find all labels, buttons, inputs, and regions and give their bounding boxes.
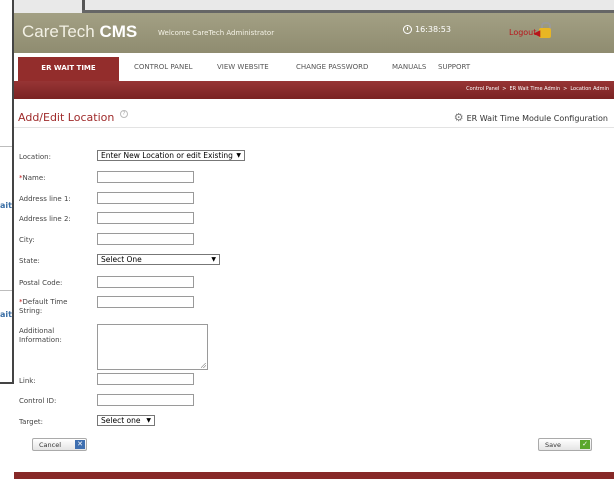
address1-label: Address line 1: — [19, 195, 71, 203]
default-time-field[interactable] — [97, 296, 194, 308]
module-config-link[interactable]: ⚙ ER Wait Time Module Configuration — [453, 111, 608, 124]
link-label: Link: — [19, 377, 36, 385]
save-button[interactable]: Save ✓ — [538, 438, 592, 451]
background-text: ait — [0, 310, 12, 319]
location-select[interactable]: Enter New Location or edit Existing ▼ — [97, 150, 245, 161]
target-label: Target: — [19, 418, 44, 426]
cancel-button[interactable]: Cancel ✕ — [32, 438, 87, 451]
location-editor-window: CareTech CMS Welcome CareTech Administra… — [14, 13, 614, 479]
nav-er-wait-time[interactable]: ER WAIT TIME — [18, 57, 119, 81]
name-label: *Name: — [19, 174, 46, 182]
breadcrumb-location-admin[interactable]: Location Admin — [570, 86, 609, 92]
caretech-logo: CareTech CMS — [22, 22, 138, 41]
logout-label: Logout — [509, 27, 537, 37]
location-label: Location: — [19, 153, 51, 161]
gear-icon: ⚙ — [453, 111, 464, 124]
control-id-field[interactable] — [97, 394, 194, 406]
clock-icon — [403, 25, 412, 34]
module-config-label: ER Wait Time Module Configuration — [466, 113, 608, 123]
state-select[interactable]: Select One ▼ — [97, 254, 220, 265]
save-button-label: Save — [545, 440, 561, 449]
control-id-label: Control ID: — [19, 397, 57, 405]
address1-field[interactable] — [97, 192, 194, 204]
chevron-down-icon: ▼ — [236, 152, 241, 159]
nav-view-website[interactable]: VIEW WEBSITE — [217, 63, 269, 71]
postal-code-label: Postal Code: — [19, 279, 63, 287]
check-icon: ✓ — [580, 440, 590, 449]
link-field[interactable] — [97, 373, 194, 385]
name-field[interactable] — [97, 171, 194, 183]
address2-label: Address line 2: — [19, 215, 71, 223]
additional-info-textarea[interactable] — [97, 324, 208, 370]
postal-code-field[interactable] — [97, 276, 194, 288]
nav-manuals[interactable]: MANUALS — [392, 63, 426, 71]
target-select[interactable]: Select one ▼ — [97, 415, 155, 426]
logout-link[interactable]: Logout ◀ — [509, 22, 552, 39]
nav-control-panel[interactable]: CONTROL PANEL — [134, 63, 193, 71]
app-header: CareTech CMS Welcome CareTech Administra… — [14, 13, 614, 53]
breadcrumb-er-wait-time-admin[interactable]: ER Wait Time Admin — [510, 86, 561, 92]
default-time-label: *Default Time String: — [19, 298, 68, 315]
breadcrumb-bar: Control Panel > ER Wait Time Admin > Loc… — [14, 81, 614, 99]
nav-change-password[interactable]: CHANGE PASSWORD — [296, 63, 368, 71]
chevron-down-icon: ▼ — [146, 417, 151, 424]
state-select-value: Select One — [101, 255, 142, 264]
clock: 16:38:53 — [403, 25, 451, 34]
resize-handle-icon[interactable] — [201, 363, 206, 368]
address2-field[interactable] — [97, 212, 194, 224]
breadcrumb-separator: > — [563, 86, 568, 92]
city-label: City: — [19, 236, 35, 244]
city-field[interactable] — [97, 233, 194, 245]
background-frame — [0, 382, 14, 384]
breadcrumb: Control Panel > ER Wait Time Admin > Loc… — [466, 86, 609, 92]
chevron-down-icon: ▼ — [211, 256, 216, 263]
breadcrumb-separator: > — [502, 86, 507, 92]
help-icon[interactable]: ? — [120, 110, 128, 118]
main-nav: ER WAIT TIME CONTROL PANEL VIEW WEBSITE … — [14, 53, 614, 82]
state-label: State: — [19, 257, 40, 265]
footer-bar — [14, 472, 614, 479]
additional-info-label: Additional Information: — [19, 327, 62, 344]
title-divider — [14, 127, 614, 128]
breadcrumb-control-panel[interactable]: Control Panel — [466, 86, 499, 92]
welcome-message: Welcome CareTech Administrator — [158, 29, 275, 37]
location-select-value: Enter New Location or edit Existing — [101, 151, 233, 160]
lock-icon[interactable]: ◀ — [533, 22, 552, 39]
background-text: ait — [0, 201, 12, 210]
close-icon: ✕ — [75, 440, 85, 449]
target-select-value: Select one — [101, 416, 141, 425]
nav-support[interactable]: SUPPORT — [438, 63, 470, 71]
clock-time: 16:38:53 — [415, 25, 451, 34]
page-title: Add/Edit Location — [18, 111, 115, 124]
cancel-button-label: Cancel — [39, 440, 62, 449]
